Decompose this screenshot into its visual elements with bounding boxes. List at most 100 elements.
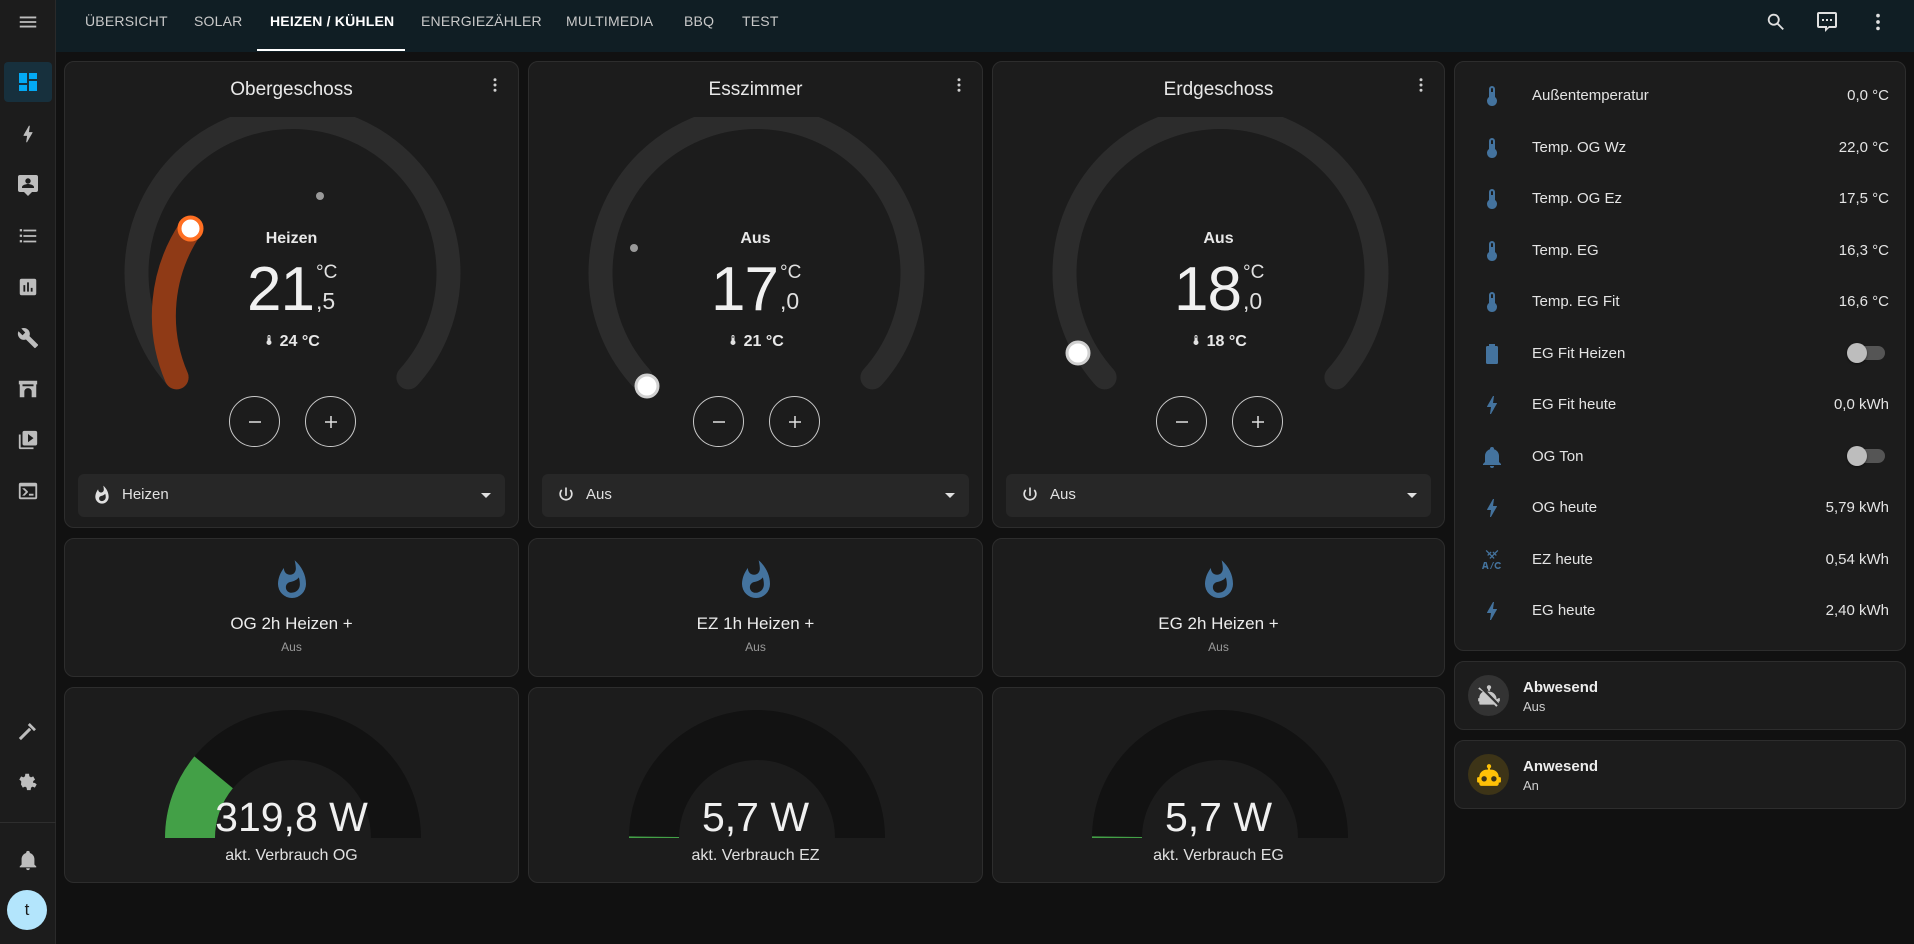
button-title: OG 2h Heizen + (230, 614, 353, 633)
entity-value: 0,0 °C (1847, 87, 1889, 104)
entity-value: 5,79 kWh (1825, 499, 1889, 516)
wrench-icon[interactable] (0, 316, 56, 360)
fire-icon (271, 559, 313, 606)
current-temp-value: 21 °C (743, 333, 784, 350)
gauge-name: akt. Verbrauch EG (1153, 847, 1284, 864)
top-bar: ÜBERSICHT SOLAR HEIZEN / KÜHLEN ENERGIEZ… (56, 0, 1914, 52)
battery-icon (1480, 342, 1504, 371)
button-card-ez-heizen[interactable]: EZ 1h Heizen + Aus (528, 538, 983, 677)
decrease-temp-button[interactable] (693, 396, 744, 447)
entity-row[interactable]: OG heute 5,79 kWh (1455, 482, 1905, 533)
bell-icon (1480, 445, 1504, 474)
entity-row[interactable]: EG Fit heute 0,0 kWh (1455, 379, 1905, 430)
current-temp: 24 °C (65, 333, 518, 351)
search-icon[interactable] (1762, 8, 1790, 36)
target-temp-decimal: ,0 (780, 288, 800, 314)
entity-row[interactable]: Außentemperatur 0,0 °C (1455, 70, 1905, 121)
more-vert-icon[interactable] (486, 76, 504, 99)
sidebar-divider (0, 822, 56, 823)
toggle-switch[interactable] (1847, 342, 1885, 363)
button-title: EG 2h Heizen + (1158, 614, 1279, 633)
button-card-eg-heizen[interactable]: EG 2h Heizen + Aus (992, 538, 1445, 677)
increase-temp-button[interactable] (769, 396, 820, 447)
media-icon[interactable] (0, 418, 56, 462)
tab-multimedia[interactable]: MULTIMEDIA (566, 0, 653, 52)
button-card-og-heizen[interactable]: OG 2h Heizen + Aus (64, 538, 519, 677)
entity-row[interactable]: EG heute 2,40 kWh (1455, 585, 1905, 636)
air-conditioner-icon (1480, 548, 1504, 577)
entity-value: 17,5 °C (1838, 190, 1889, 207)
menu-icon[interactable] (0, 0, 56, 44)
tab-solar[interactable]: SOLAR (194, 0, 242, 52)
more-vert-icon[interactable] (1412, 76, 1430, 99)
entity-row[interactable]: Temp. OG Ez 17,5 °C (1455, 173, 1905, 224)
map-person-icon[interactable] (0, 163, 56, 207)
decrease-temp-button[interactable] (1156, 396, 1207, 447)
entity-row[interactable]: EG Fit Heizen (1455, 328, 1905, 379)
tab-heizen-kuehlen[interactable]: HEIZEN / KÜHLEN (270, 0, 394, 52)
thermometer-icon (1480, 136, 1504, 165)
button-title: EZ 1h Heizen + (696, 614, 815, 633)
thermostat-card-erdgeschoss: Erdgeschoss Aus 18 °C ,0 18 °C Aus (992, 61, 1445, 528)
robot-off-icon[interactable] (1468, 675, 1509, 716)
gauge-name: akt. Verbrauch EZ (691, 847, 820, 864)
hammer-icon[interactable] (0, 709, 56, 753)
tab-energiezaehler[interactable]: ENERGIEZÄHLER (421, 0, 542, 52)
sidebar: t (0, 0, 56, 944)
entity-row[interactable]: EZ heute 0,54 kWh (1455, 534, 1905, 585)
avatar[interactable]: t (7, 890, 47, 930)
assist-icon[interactable] (1813, 8, 1841, 36)
hvac-action-label: Aus (740, 230, 771, 247)
lightning-icon (1480, 599, 1504, 628)
entity-name: EG heute (1532, 602, 1596, 619)
hvac-mode-select[interactable]: Aus (542, 474, 969, 517)
entity-row[interactable]: Temp. EG 16,3 °C (1455, 225, 1905, 276)
entity-value: 2,40 kWh (1825, 602, 1889, 619)
thermostat-card-obergeschoss: Obergeschoss Heizen 21 °C ,5 24 °C Heize… (64, 61, 519, 528)
entity-row[interactable]: OG Ton (1455, 431, 1905, 482)
tile-card-anwesend[interactable]: Anwesend An (1454, 740, 1906, 809)
increase-temp-button[interactable] (305, 396, 356, 447)
thermometer-icon (1480, 239, 1504, 268)
tab-uebersicht[interactable]: ÜBERSICHT (85, 0, 168, 52)
gauge-card-og[interactable]: 319,8 W akt. Verbrauch OG (64, 687, 519, 883)
thermostat-title: Obergeschoss (230, 79, 353, 100)
chart-icon[interactable] (0, 265, 56, 309)
more-vert-icon[interactable] (1864, 8, 1892, 36)
toggle-switch[interactable] (1847, 445, 1885, 466)
entity-value: 16,6 °C (1838, 293, 1889, 310)
gear-icon[interactable] (0, 760, 56, 804)
dashboard-icon[interactable] (0, 60, 56, 104)
tile-title: Abwesend (1523, 679, 1599, 696)
more-vert-icon[interactable] (950, 76, 968, 99)
entity-row[interactable]: Temp. OG Wz 22,0 °C (1455, 122, 1905, 173)
hvac-mode-value: Aus (586, 486, 612, 503)
fire-icon (92, 485, 112, 510)
increase-temp-button[interactable] (1232, 396, 1283, 447)
active-tab-indicator (257, 49, 405, 51)
tile-card-abwesend[interactable]: Abwesend Aus (1454, 661, 1906, 730)
bell-icon[interactable] (0, 838, 56, 882)
thermostat-title: Erdgeschoss (1163, 79, 1274, 100)
entity-name: EG Fit Heizen (1532, 344, 1626, 362)
hvac-mode-select[interactable]: Aus (1006, 474, 1431, 517)
target-temp-integer: 18 (1174, 255, 1242, 324)
robot-icon[interactable] (1468, 754, 1509, 795)
current-temp: 21 °C (529, 333, 982, 351)
gauge-card-eg[interactable]: 5,7 W akt. Verbrauch EG (992, 687, 1445, 883)
decrease-temp-button[interactable] (229, 396, 280, 447)
entity-row[interactable]: Temp. EG Fit 16,6 °C (1455, 276, 1905, 327)
gauge-card-ez[interactable]: 5,7 W akt. Verbrauch EZ (528, 687, 983, 883)
fireplace-icon[interactable] (0, 367, 56, 411)
target-temp-decimal: ,0 (1243, 288, 1263, 314)
entity-value: 0,0 kWh (1833, 396, 1889, 413)
entity-value: 0,54 kWh (1825, 550, 1889, 568)
current-temp-value: 24 °C (279, 333, 320, 350)
hvac-mode-select[interactable]: Heizen (78, 474, 505, 517)
tab-bbq[interactable]: BBQ (684, 0, 714, 52)
list-icon[interactable] (0, 214, 56, 258)
tab-test[interactable]: TEST (742, 0, 779, 52)
lightning-icon[interactable] (0, 112, 56, 156)
terminal-icon[interactable] (0, 469, 56, 513)
lightning-icon (1480, 496, 1504, 525)
